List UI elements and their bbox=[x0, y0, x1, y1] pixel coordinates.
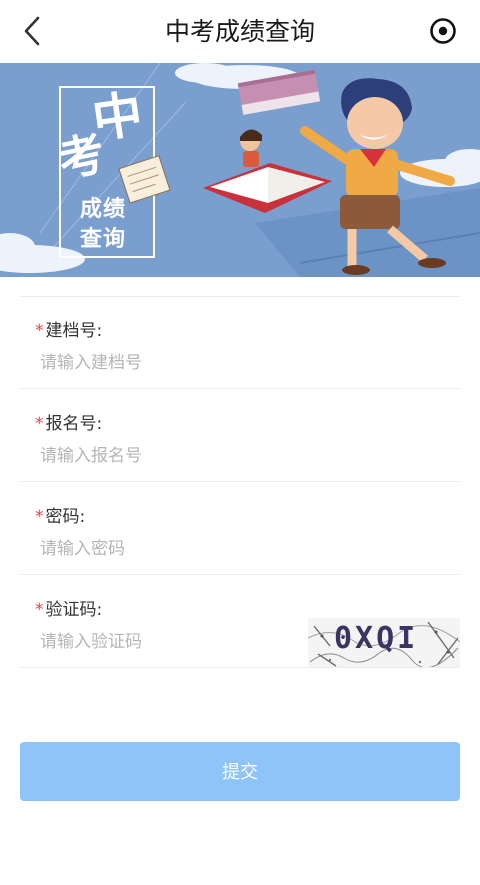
required-mark: * bbox=[35, 321, 44, 341]
more-button[interactable] bbox=[428, 16, 458, 46]
password-label: * 密码: bbox=[35, 507, 86, 527]
back-button[interactable] bbox=[14, 12, 54, 52]
registration-number-label: * 报名号: bbox=[35, 414, 103, 434]
banner-subtitle-2: 查询 bbox=[80, 226, 127, 252]
required-mark: * bbox=[35, 600, 44, 620]
record-number-input[interactable] bbox=[40, 348, 440, 378]
target-icon bbox=[430, 18, 456, 44]
required-mark: * bbox=[35, 414, 44, 434]
captcha-input[interactable] bbox=[40, 627, 300, 657]
field-divider bbox=[20, 667, 460, 668]
record-number-field: * 建档号: bbox=[20, 296, 460, 389]
password-input[interactable] bbox=[40, 534, 440, 564]
password-field: * 密码: bbox=[20, 482, 460, 575]
top-nav-bar: 中考成绩查询 bbox=[0, 0, 480, 63]
required-mark: * bbox=[35, 507, 44, 527]
captcha-code: 0XQI bbox=[334, 621, 419, 656]
registration-number-input[interactable] bbox=[40, 441, 440, 471]
banner-subtitle-1: 成绩 bbox=[80, 196, 127, 222]
record-number-label: * 建档号: bbox=[35, 321, 103, 341]
hero-banner: 中 考 成绩 查询 bbox=[0, 63, 480, 277]
captcha-image[interactable]: 0XQI bbox=[308, 618, 460, 668]
captcha-label: * 验证码: bbox=[35, 600, 103, 620]
registration-number-field: * 报名号: bbox=[20, 389, 460, 482]
captcha-field: *验证码: 0XQI bbox=[20, 575, 460, 668]
chevron-left-icon bbox=[24, 16, 40, 46]
page-title: 中考成绩查询 bbox=[164, 17, 315, 46]
submit-button[interactable]: 提交 bbox=[20, 742, 460, 801]
